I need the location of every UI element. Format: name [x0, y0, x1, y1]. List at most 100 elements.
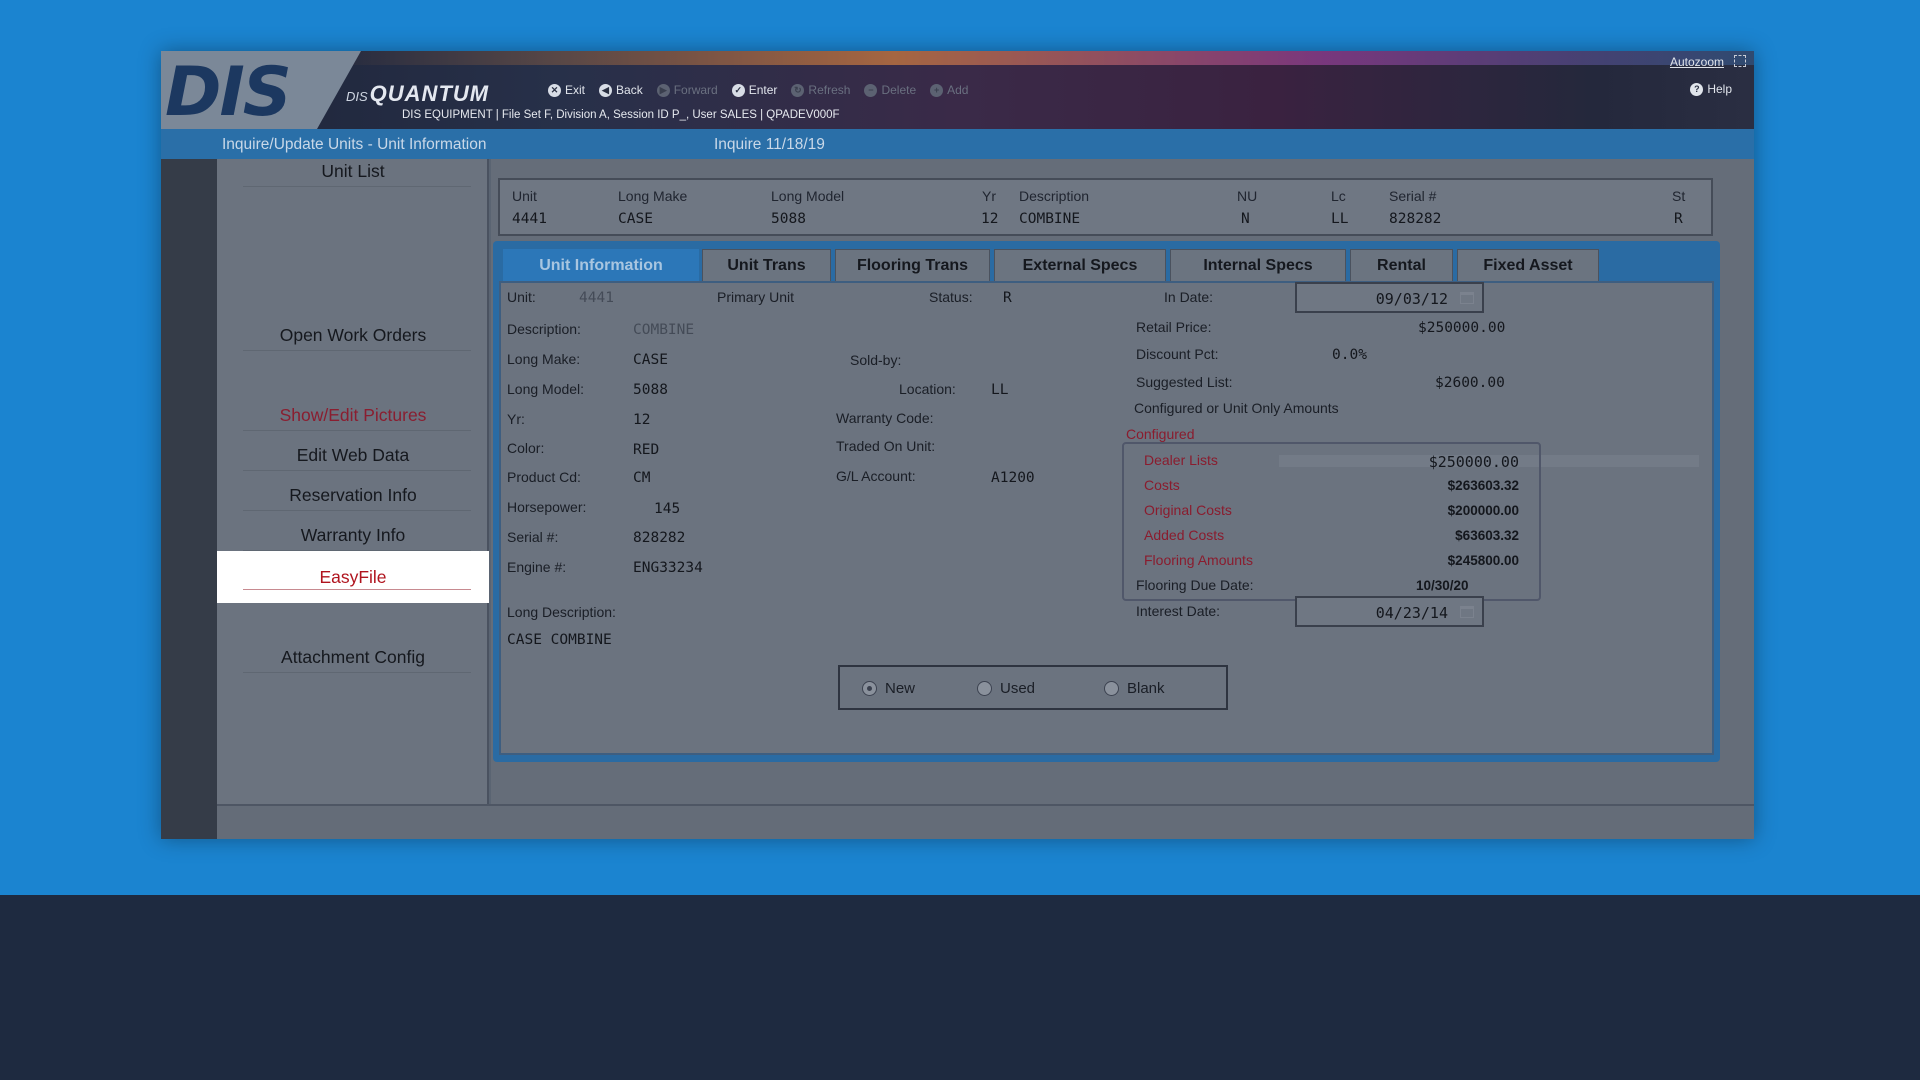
sold-by-label: Sold-by: [850, 352, 902, 368]
long-description-label: Long Description: [507, 604, 616, 620]
col-header-nu: NU [1237, 188, 1258, 204]
sidebar-item-label: Open Work Orders [279, 325, 427, 345]
add-button[interactable]: + Add [930, 81, 968, 99]
condition-radio-group: New Used Blank [838, 665, 1228, 710]
description-value: COMBINE [633, 322, 695, 338]
in-date-field[interactable]: 09/03/12 [1295, 282, 1484, 313]
tab-external-specs[interactable]: External Specs [994, 249, 1166, 281]
cell-st[interactable]: R [1674, 211, 1683, 227]
check-icon: ✓ [731, 83, 745, 97]
sidebar-item-label: Reservation Info [289, 485, 417, 505]
flooring-due-date-value: 10/30/20 [1416, 578, 1469, 593]
interest-date-label: Interest Date: [1136, 603, 1221, 619]
sidebar-item-edit-web-data[interactable]: Edit Web Data [217, 445, 489, 471]
refresh-button[interactable]: ↻ Refresh [791, 81, 850, 99]
in-date-value: 09/03/12 [1375, 290, 1448, 308]
autozoom-link[interactable]: Autozoom [1670, 55, 1724, 69]
calendar-icon[interactable] [1460, 606, 1474, 618]
engine-label: Engine #: [507, 559, 567, 575]
color-field[interactable]: RED [633, 442, 659, 458]
tab-internal-specs[interactable]: Internal Specs [1170, 249, 1346, 281]
calendar-icon[interactable] [1460, 292, 1474, 304]
radio-used[interactable]: Used [977, 680, 1035, 697]
forward-button[interactable]: ▶ Forward [656, 81, 718, 99]
added-costs-link[interactable]: Added Costs [1144, 527, 1224, 543]
tab-unit-trans[interactable]: Unit Trans [702, 249, 831, 281]
cell-yr[interactable]: 12 [981, 211, 998, 227]
divider [243, 470, 471, 471]
tab-flooring-trans[interactable]: Flooring Trans [835, 249, 990, 281]
gl-account-field[interactable]: A1200 [991, 470, 1035, 486]
cell-description[interactable]: COMBINE [1019, 211, 1080, 227]
original-costs-value: $200000.00 [1447, 503, 1519, 518]
flooring-amounts-link[interactable]: Flooring Amounts [1144, 552, 1253, 568]
cell-serial[interactable]: 828282 [1389, 211, 1441, 227]
radio-new-label: New [885, 680, 916, 697]
configured-label: Configured [1126, 426, 1195, 442]
tab-rental[interactable]: Rental [1350, 249, 1453, 281]
tab-unit-information[interactable]: Unit Information [503, 249, 699, 281]
enter-button[interactable]: ✓ Enter [731, 81, 777, 99]
left-strip [161, 159, 217, 839]
serial-field[interactable]: 828282 [633, 530, 685, 546]
back-label: Back [616, 83, 643, 97]
cell-long-make[interactable]: CASE [618, 211, 653, 227]
location-label: Location: [899, 381, 956, 397]
product-cd-field[interactable]: CM [633, 470, 650, 486]
sidebar-item-warranty-info[interactable]: Warranty Info [217, 525, 489, 551]
sidebar-item-reservation-info[interactable]: Reservation Info [217, 485, 489, 511]
sidebar-item-label: Unit List [321, 161, 385, 181]
help-button[interactable]: ? Help [1690, 82, 1732, 96]
yr-label: Yr: [507, 411, 525, 427]
radio-blank-label: Blank [1127, 680, 1165, 697]
long-make-field[interactable]: CASE [633, 352, 668, 368]
costs-link[interactable]: Costs [1144, 477, 1180, 493]
col-header-long-make: Long Make [618, 188, 688, 204]
cell-nu[interactable]: N [1241, 211, 1250, 227]
header-glow [321, 51, 1754, 65]
delete-button[interactable]: − Delete [864, 81, 916, 99]
discount-pct-field[interactable]: 0.0% [1332, 347, 1367, 363]
long-model-field[interactable]: 5088 [633, 382, 668, 398]
divider [243, 510, 471, 511]
cell-lc[interactable]: LL [1331, 211, 1348, 227]
sidebar-item-unit-list[interactable]: Unit List [217, 161, 489, 187]
arrow-right-icon: ▶ [656, 83, 670, 97]
radio-blank[interactable]: Blank [1104, 680, 1165, 697]
sidebar-item-attachment-config[interactable]: Attachment Config [217, 647, 489, 673]
long-description-field[interactable]: CASE COMBINE [507, 632, 612, 648]
gl-account-label: G/L Account: [836, 468, 916, 484]
color-label: Color: [507, 440, 545, 456]
toolbar: ✕ Exit ◀ Back ▶ Forward ✓ Enter ↻ Refresh − De… [548, 81, 968, 99]
screen-titlebar: Inquire/Update Units - Unit Information … [161, 129, 1754, 159]
yr-field[interactable]: 12 [633, 412, 650, 428]
col-header-st: St [1672, 188, 1686, 204]
cell-long-model[interactable]: 5088 [771, 211, 806, 227]
sidebar-item-label: Attachment Config [281, 647, 425, 667]
status-field[interactable]: R [1003, 290, 1012, 306]
dealer-lists-link[interactable]: Dealer Lists [1144, 452, 1218, 468]
location-field[interactable]: LL [991, 382, 1008, 398]
back-button[interactable]: ◀ Back [599, 81, 643, 99]
bottom-bar [217, 804, 1754, 839]
horsepower-field[interactable]: 145 [654, 501, 680, 517]
fullscreen-icon[interactable] [1734, 55, 1746, 67]
interest-date-field[interactable]: 04/23/14 [1295, 596, 1484, 627]
cell-unit[interactable]: 4441 [512, 211, 547, 227]
col-header-lc: Lc [1331, 188, 1346, 204]
radio-new[interactable]: New [862, 680, 915, 697]
retail-price-field[interactable]: $250000.00 [1418, 320, 1505, 336]
exit-button[interactable]: ✕ Exit [548, 81, 585, 99]
costs-value: $263603.32 [1447, 478, 1519, 493]
sidebar-item-easyfile[interactable]: EasyFile [217, 551, 489, 603]
sidebar-item-show-edit-pictures[interactable]: Show/Edit Pictures [217, 405, 489, 431]
engine-field[interactable]: ENG33234 [633, 560, 703, 576]
divider [243, 350, 471, 351]
suggested-list-field[interactable]: $2600.00 [1435, 375, 1505, 391]
screen-title: Inquire/Update Units - Unit Information [222, 136, 487, 153]
dis-logo: DIS [165, 53, 292, 132]
original-costs-link[interactable]: Original Costs [1144, 502, 1232, 518]
logo-block: DIS [161, 51, 361, 129]
tab-fixed-asset[interactable]: Fixed Asset [1457, 249, 1599, 281]
sidebar-item-open-work-orders[interactable]: Open Work Orders [217, 325, 489, 351]
